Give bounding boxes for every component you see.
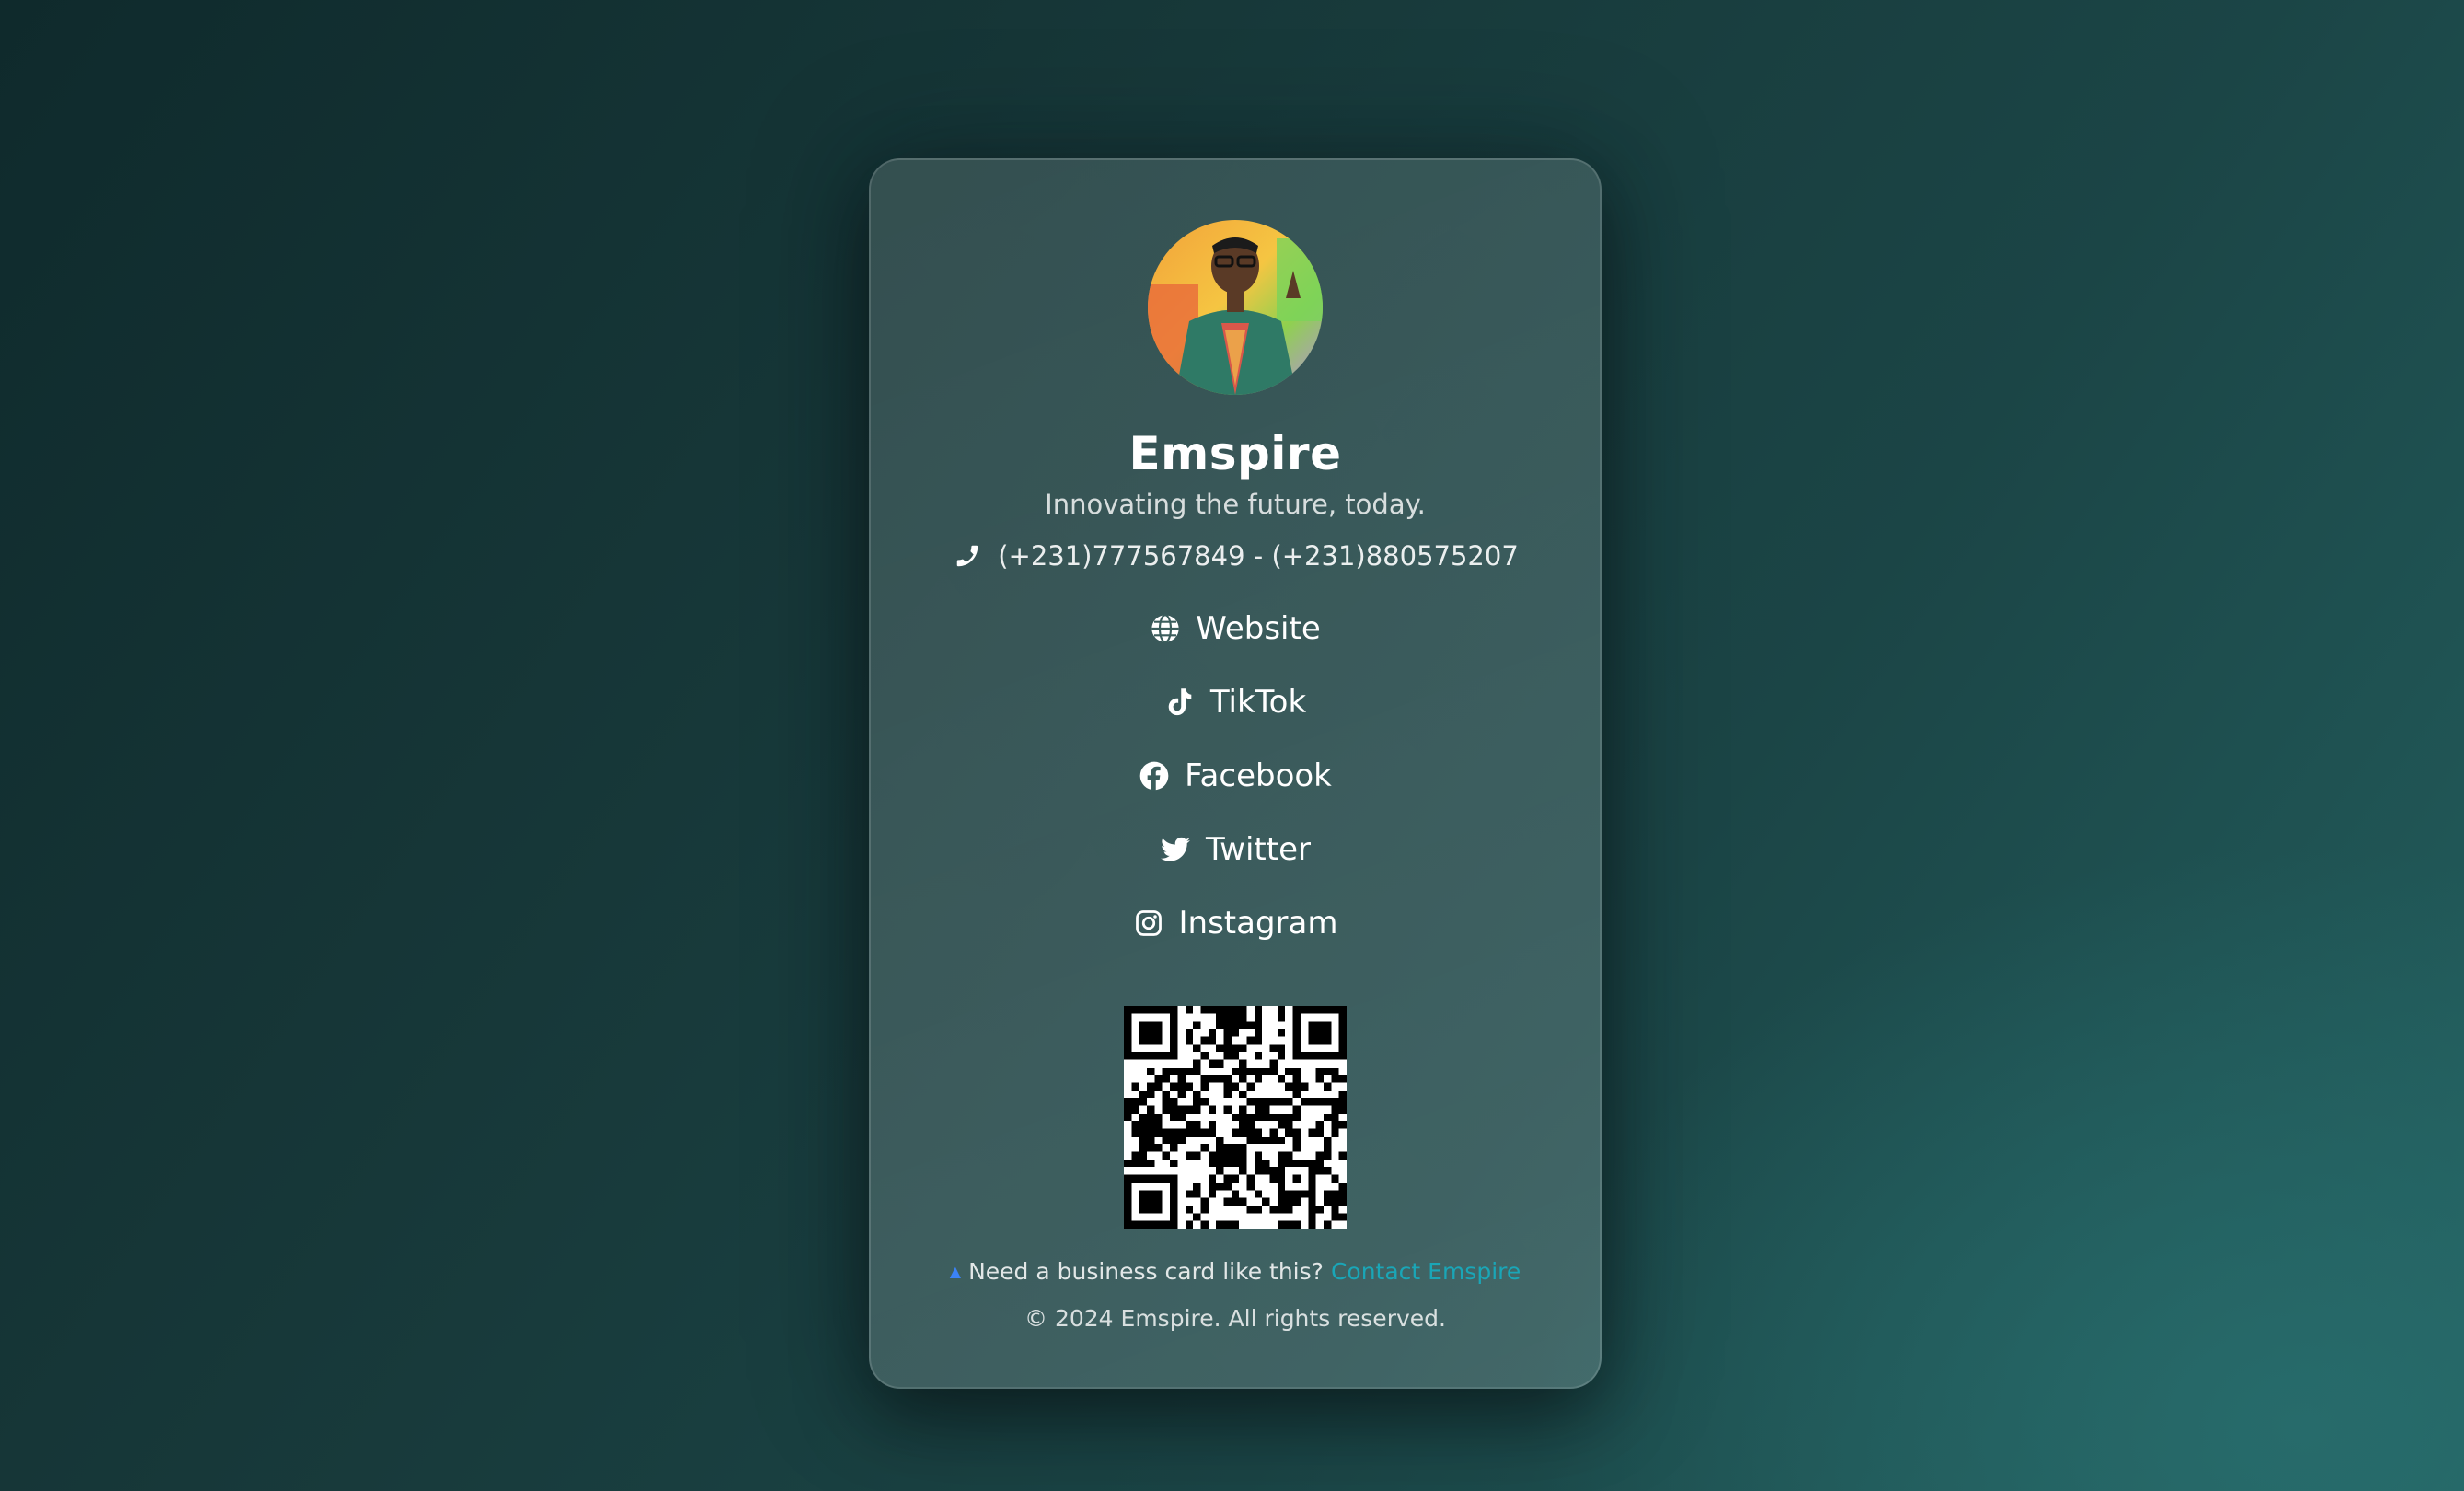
twitter-icon — [1160, 834, 1191, 865]
instagram-link-label: Instagram — [1178, 905, 1338, 942]
cta-text: Need a business card like this? — [968, 1258, 1324, 1285]
twitter-link[interactable]: Twitter — [1160, 813, 1311, 886]
qr-code — [1124, 1006, 1347, 1229]
website-link[interactable]: Website — [1150, 592, 1321, 665]
contact-link[interactable]: Contact Emspire — [1331, 1256, 1521, 1288]
globe-icon — [1150, 613, 1181, 644]
facebook-icon — [1139, 760, 1170, 792]
business-card: Emspire Innovating the future, today. (+… — [869, 158, 1602, 1389]
profile-tagline: Innovating the future, today. — [1045, 489, 1426, 520]
copyright-text: © 2024 Emspire. All rights reserved. — [1024, 1305, 1446, 1332]
social-links: Website TikTok Facebook Twitter Instagra… — [1133, 592, 1338, 960]
tiktok-link-label: TikTok — [1209, 684, 1307, 721]
footer-cta: ▲ Need a business card like this? Contac… — [950, 1256, 1521, 1288]
phone-row[interactable]: (+231)777567849 - (+231)880575207 — [952, 538, 1519, 573]
profile-name: Emspire — [1128, 427, 1342, 480]
twitter-link-label: Twitter — [1206, 831, 1311, 868]
tiktok-icon — [1164, 687, 1196, 718]
instagram-icon — [1133, 907, 1164, 939]
facebook-link[interactable]: Facebook — [1139, 739, 1332, 813]
pointer-icon: ▲ — [949, 1263, 962, 1280]
tiktok-link[interactable]: TikTok — [1164, 665, 1306, 739]
profile-avatar — [1148, 220, 1323, 395]
instagram-link[interactable]: Instagram — [1133, 886, 1338, 960]
phone-number: (+231)777567849 - (+231)880575207 — [998, 540, 1519, 572]
facebook-link-label: Facebook — [1185, 757, 1332, 794]
phone-icon — [952, 540, 983, 572]
website-link-label: Website — [1196, 610, 1321, 647]
